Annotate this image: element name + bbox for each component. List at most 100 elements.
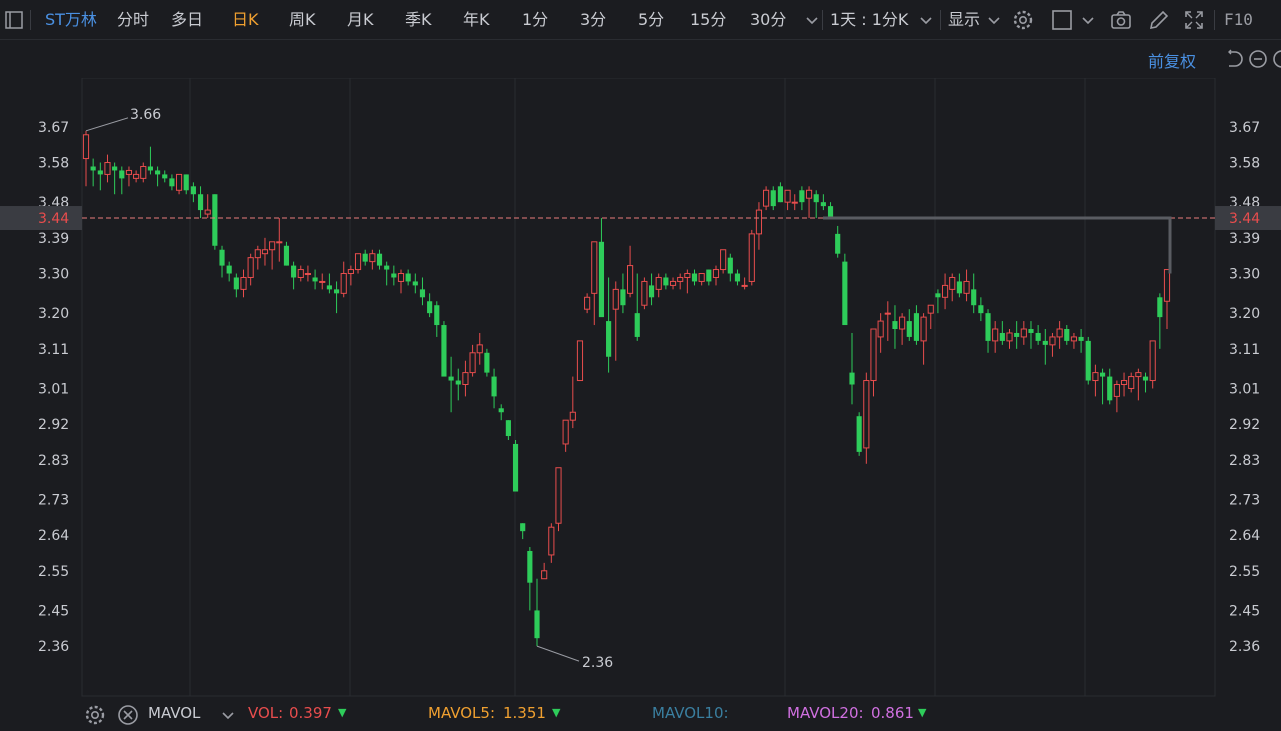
tab-5min[interactable]: 5分 xyxy=(638,0,664,40)
candle-body xyxy=(691,273,698,282)
tab-15min[interactable]: 15分 xyxy=(690,0,726,40)
mavol20-label: MAVOL20: xyxy=(787,704,864,722)
gear-icon[interactable] xyxy=(1011,8,1035,32)
plot-frame xyxy=(81,78,1216,697)
chevron-down-icon[interactable] xyxy=(914,8,938,32)
tab-yearly-k[interactable]: 年K xyxy=(463,0,490,40)
indicator-name[interactable]: MAVOL xyxy=(148,704,200,722)
chevron-down-icon[interactable] xyxy=(1076,8,1100,32)
panel-toggle-icon[interactable] xyxy=(2,8,26,32)
candlestick-chart[interactable]: 3.673.583.483.393.303.203.113.012.922.83… xyxy=(0,78,1281,700)
y-tick-label-left: 3.20 xyxy=(38,306,69,322)
tab-30min[interactable]: 30分 xyxy=(750,0,786,40)
y-tick-label-right: 2.55 xyxy=(1229,564,1260,580)
fullscreen-icon[interactable] xyxy=(1182,8,1206,32)
y-tick-label-right: 2.36 xyxy=(1229,639,1260,655)
candle-body xyxy=(412,281,418,286)
candle-body xyxy=(1064,329,1070,341)
candle-body xyxy=(175,173,183,191)
candle-body xyxy=(319,280,326,283)
pencil-icon[interactable] xyxy=(1147,8,1171,32)
mavol5-value: 1.351 xyxy=(503,704,546,722)
min-pointer xyxy=(536,645,580,662)
candle-body xyxy=(1006,332,1013,342)
y-tick-label-right: 3.20 xyxy=(1229,306,1260,322)
candle-body xyxy=(920,316,927,342)
candle-body xyxy=(291,265,297,278)
tab-quarterly-k[interactable]: 季K xyxy=(405,0,432,40)
display-menu[interactable]: 显示 xyxy=(948,0,980,40)
candle-body xyxy=(204,209,211,215)
tab-1min[interactable]: 1分 xyxy=(522,0,548,40)
camera-icon[interactable] xyxy=(1109,8,1133,32)
tab-weekly-k[interactable]: 周K xyxy=(289,0,316,40)
candle-body xyxy=(476,344,483,354)
f10-button[interactable]: F10 xyxy=(1224,0,1253,40)
candle-body xyxy=(612,288,619,310)
candle-body xyxy=(197,194,204,211)
candle-body xyxy=(1085,340,1091,381)
candle-body xyxy=(297,269,304,278)
chevron-down-icon[interactable] xyxy=(216,703,236,723)
mavol10-label: MAVOL10: xyxy=(652,704,729,722)
range-select[interactable]: 1天 : 1分K xyxy=(830,0,908,40)
divider xyxy=(822,10,823,30)
zoom-out-icon[interactable] xyxy=(1246,47,1270,71)
tab-intraday[interactable]: 分时 xyxy=(117,0,149,40)
adjust-mode-label[interactable]: 前复权 xyxy=(1148,48,1196,72)
candle-body xyxy=(741,284,748,287)
gear-icon[interactable] xyxy=(83,703,105,725)
candles xyxy=(82,130,1171,647)
undo-icon[interactable] xyxy=(1221,47,1245,71)
chevron-down-icon[interactable] xyxy=(982,8,1006,32)
tab-3min[interactable]: 3分 xyxy=(580,0,606,40)
stock-name[interactable]: ST万林 xyxy=(45,0,97,40)
checkbox-icon[interactable] xyxy=(1050,8,1074,32)
candle-body xyxy=(304,273,312,276)
candle-body xyxy=(913,313,920,341)
candle-body xyxy=(598,241,605,318)
candle-body xyxy=(119,170,125,179)
candle-body xyxy=(684,273,691,278)
down-arrow-icon: ▼ xyxy=(918,706,927,719)
candle-body xyxy=(548,526,555,556)
candle-body xyxy=(90,166,96,171)
candle-body xyxy=(820,202,826,207)
candle-body xyxy=(569,411,576,421)
tab-multi-day[interactable]: 多日 xyxy=(171,0,203,40)
y-axis-left: 3.673.583.483.393.303.203.113.012.922.83… xyxy=(38,120,69,655)
tab-daily-k[interactable]: 日K xyxy=(232,0,259,40)
zoom-in-icon[interactable] xyxy=(1270,47,1281,71)
price-bracket xyxy=(823,216,1172,274)
candle-body xyxy=(763,189,770,207)
y-tick-label-right: 3.01 xyxy=(1229,381,1260,397)
candle-body xyxy=(1014,332,1020,337)
tab-monthly-k[interactable]: 月K xyxy=(347,0,374,40)
candle-body xyxy=(219,249,225,266)
close-icon[interactable] xyxy=(116,703,138,725)
candle-body xyxy=(147,166,154,171)
candle-body xyxy=(971,289,977,306)
candle-body xyxy=(133,173,140,179)
y-tick-label-left: 3.11 xyxy=(38,342,69,358)
candle-body xyxy=(1042,340,1048,345)
candle-body xyxy=(591,241,598,294)
y-tick-label-left: 2.64 xyxy=(38,528,69,544)
candle-body xyxy=(813,194,819,203)
y-tick-label-left: 2.83 xyxy=(38,453,69,469)
candle-body xyxy=(748,233,755,282)
candle-body xyxy=(1128,376,1135,389)
candle-body xyxy=(1107,376,1113,401)
candle-body xyxy=(269,241,276,251)
indicator-bar: MAVOL VOL: 0.397 ▼ MAVOL5: 1.351 ▼ MAVOL… xyxy=(0,700,1281,725)
candle-body xyxy=(362,253,368,262)
max-price-label: 3.66 xyxy=(130,107,161,123)
candle-body xyxy=(827,206,834,219)
candle-body xyxy=(863,380,870,449)
candle-body xyxy=(498,408,504,413)
candle-body xyxy=(784,189,791,203)
candle-body xyxy=(648,285,655,298)
candle-body xyxy=(162,174,168,179)
chevron-down-icon[interactable] xyxy=(800,8,824,32)
candle-body xyxy=(669,280,677,286)
